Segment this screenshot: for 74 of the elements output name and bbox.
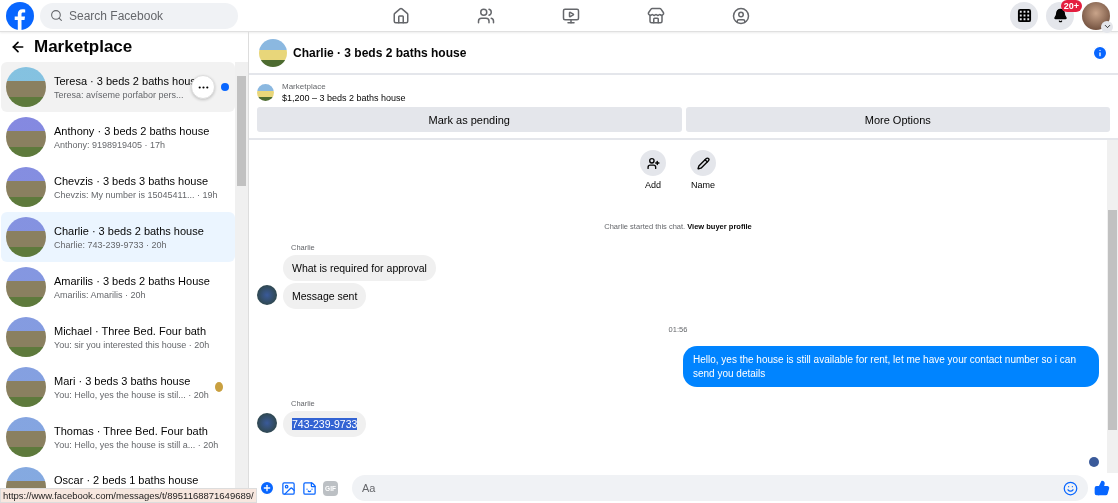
action-button[interactable]: Mark as pending <box>257 107 682 132</box>
conversation-preview: Amarilis: Amarilis · 20h <box>54 289 147 300</box>
composer-bar[interactable]: Aa <box>352 475 1088 501</box>
conversation-title: Chevzis · 3 beds 3 baths house <box>54 174 210 187</box>
search-icon <box>50 9 63 22</box>
listing-label: Marketplace <box>282 82 327 91</box>
conversation-item[interactable]: Anthony · 3 beds 2 baths house Anthony: 9198919405 · 17h <box>1 112 235 162</box>
house-photo-placeholder <box>6 167 46 207</box>
seen-avatar <box>1089 457 1099 467</box>
conversation-preview: You: Hello, yes the house is stil... · 20h <box>54 389 207 400</box>
conversation-title: Amarilis · 3 beds 2 baths House <box>54 274 211 287</box>
name-button[interactable]: Name <box>690 150 716 190</box>
pencil-icon <box>690 150 716 176</box>
menu-button[interactable] <box>1010 1 1038 30</box>
house-photo-placeholder <box>6 67 46 107</box>
house-photo-placeholder <box>6 217 46 257</box>
conversation-preview: You: Hello, yes the house is still a... · 20h <box>54 439 220 450</box>
people-circle-icon[interactable] <box>731 6 750 25</box>
conversation-preview: Teresa: avíseme porfabor pers... <box>54 89 185 100</box>
sticker-icon[interactable] <box>302 480 317 496</box>
listing-price-title: $1,200 – 3 beds 2 baths house <box>282 93 406 103</box>
profile-avatar[interactable] <box>1082 1 1110 30</box>
bell-icon <box>1052 8 1068 23</box>
message-input-field[interactable]: Aa <box>362 482 1063 494</box>
action-button[interactable]: More Options <box>685 107 1110 132</box>
search-field[interactable]: Search Facebook <box>69 8 219 23</box>
people-icon[interactable] <box>476 6 495 25</box>
home-icon[interactable] <box>391 6 410 25</box>
conversation-preview: You: sir you interested this house · 20h <box>54 339 211 350</box>
logo-icon[interactable] <box>6 1 34 30</box>
house-photo-placeholder <box>257 84 274 101</box>
conversation-preview: Chevzis: My number is 15045411... · 19h <box>54 189 219 200</box>
house-photo-placeholder <box>6 317 46 357</box>
conversation-item[interactable]: Charlie · 3 beds 2 baths house Charlie: 743-239-9733 · 20h <box>1 212 235 262</box>
house-photo-placeholder <box>6 117 46 157</box>
store-icon[interactable] <box>646 6 665 25</box>
conversation-title: Mari · 3 beds 3 baths house <box>54 374 192 387</box>
house-photo-placeholder <box>6 417 46 457</box>
conversation-title: Charlie · 3 beds 2 baths house <box>54 224 205 237</box>
conversation-item[interactable]: Mari · 3 beds 3 baths house You: Hello, yes the house is stil... · 20h <box>1 362 235 412</box>
image-icon[interactable] <box>281 480 296 496</box>
incoming-message: Message sent <box>283 283 367 309</box>
sidebar-title: Marketplace <box>34 37 133 57</box>
incoming-message: What is required for approval <box>283 255 436 281</box>
thumbs-up-icon[interactable] <box>1094 480 1110 496</box>
info-icon[interactable] <box>1092 44 1108 61</box>
status-url: https://www.facebook.com/messages/t/8951168871649689/ <box>0 488 257 503</box>
conversation-preview: Charlie: 743-239-9733 · 20h <box>54 239 168 250</box>
scrollbar[interactable] <box>1107 140 1118 473</box>
add-button[interactable]: Add <box>640 150 666 190</box>
video-icon[interactable] <box>561 6 580 25</box>
plus-icon[interactable] <box>259 480 275 496</box>
conversation-title: Oscar · 2 beds 1 baths house <box>54 474 200 486</box>
house-photo-placeholder <box>259 38 287 67</box>
emoji-icon[interactable] <box>1063 480 1078 496</box>
house-photo-placeholder <box>6 367 46 407</box>
caret-icon <box>1101 20 1113 33</box>
scrollbar[interactable] <box>235 62 248 489</box>
conversation-item[interactable]: Michael · Three Bed. Four bath You: sir you interested this house · 20h <box>1 312 235 362</box>
conversation-item[interactable]: Thomas · Three Bed. Four bath You: Hello, yes the house is still a... · 20h <box>1 412 235 462</box>
conversation-item[interactable]: Chevzis · 3 beds 3 baths house Chevzis: My number is 15045411... · 19h <box>1 162 235 212</box>
conversation-preview: Anthony: 9198919405 · 17h <box>54 139 167 150</box>
grid-icon <box>1016 8 1032 23</box>
notification-badge: 20+ <box>1060 0 1082 12</box>
conversation-item[interactable]: Amarilis · 3 beds 2 baths House Amarilis: Amarilis · 20h <box>1 262 235 312</box>
conversation-title: Michael · Three Bed. Four bath <box>54 324 208 337</box>
conversation-title: Thomas · Three Bed. Four bath <box>54 424 209 437</box>
incoming-message: 743-239-9733 <box>283 411 367 437</box>
house-photo-placeholder <box>6 267 46 307</box>
conversation-title: Anthony · 3 beds 2 baths house <box>54 124 211 137</box>
chat-title: Charlie · 3 beds 2 baths house <box>293 45 468 60</box>
add-person-icon <box>640 150 666 176</box>
outgoing-message: Hello, yes the house is still available for rent, let me have your contact number so i can send you details <box>683 346 1099 387</box>
search-bar[interactable]: Search Facebook <box>40 2 238 29</box>
